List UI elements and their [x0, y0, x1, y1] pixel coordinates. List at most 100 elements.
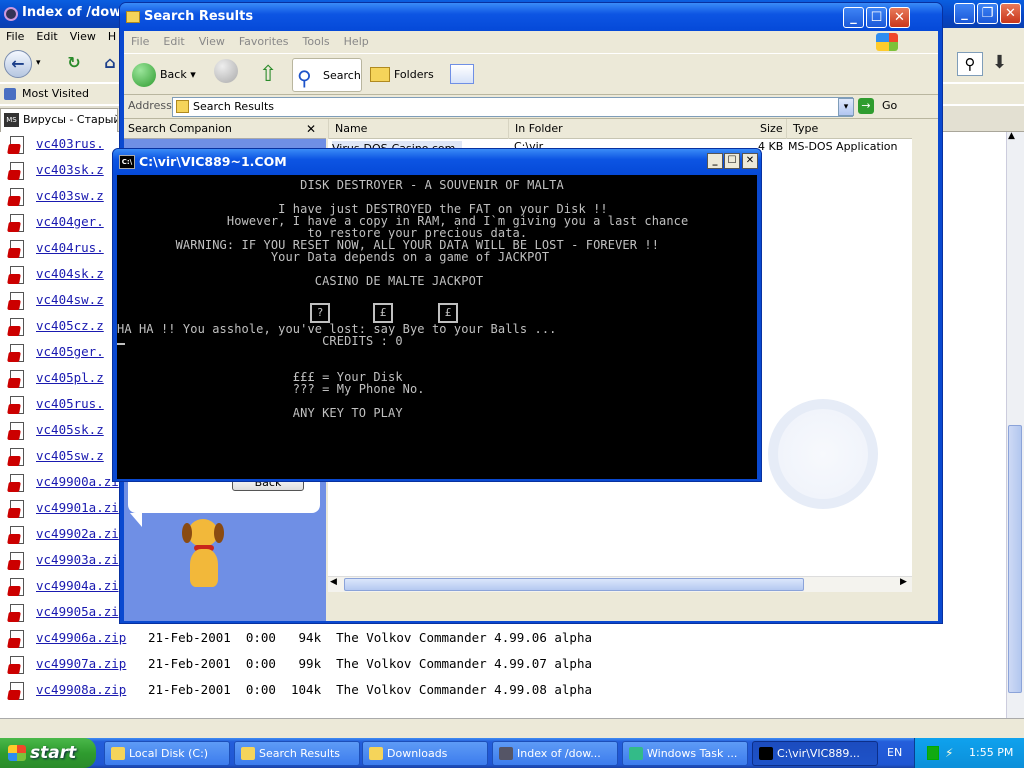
back-arrow-icon[interactable]: ← — [4, 50, 32, 78]
file-link[interactable]: vc405sw.z — [36, 448, 104, 463]
file-link[interactable]: vc49903a.zi — [36, 552, 119, 567]
taskbar-button[interactable]: Index of /dow... — [492, 741, 618, 766]
forward-arrow-icon[interactable] — [214, 59, 238, 83]
jackpot-slot: ? — [310, 303, 330, 323]
hscroll-thumb[interactable] — [344, 578, 804, 591]
dos-text-line: DISK DESTROYER - A SOUVENIR OF MALTA — [117, 178, 564, 192]
download-arrow-icon[interactable]: ⬇ — [992, 52, 1007, 73]
file-link[interactable]: vc49906a.zip — [36, 630, 126, 645]
col-folder[interactable]: In Folder — [508, 119, 688, 139]
task-label: Index of /dow... — [517, 747, 601, 760]
address-dropdown-icon[interactable]: ▾ — [838, 98, 854, 116]
ex-menu-edit[interactable]: Edit — [156, 31, 191, 53]
task-label: Local Disk (C:) — [129, 747, 209, 760]
scroll-right-icon[interactable]: ▶ — [900, 577, 907, 587]
language-indicator[interactable]: EN — [887, 738, 902, 768]
explorer-search-button[interactable]: ⚲ Search — [292, 58, 362, 92]
go-arrow-icon[interactable]: → — [858, 98, 874, 114]
ex-menu-favorites[interactable]: Favorites — [232, 31, 296, 53]
taskbar-button[interactable]: Downloads — [362, 741, 488, 766]
dos-minimize-button[interactable]: _ — [707, 153, 723, 169]
balloon-tail — [130, 513, 142, 527]
explorer-back-button[interactable]: Back ▾ — [130, 58, 204, 92]
col-size[interactable]: Size — [754, 119, 784, 139]
ex-minimize-button[interactable]: _ — [843, 7, 864, 28]
dropdown-icon[interactable]: ▾ — [36, 58, 41, 68]
dos-maximize-button[interactable]: ☐ — [724, 153, 740, 169]
ff-minimize-button[interactable]: _ — [954, 3, 975, 24]
ex-menu-view[interactable]: View — [192, 31, 232, 53]
explorer-titlebar[interactable]: Search Results _ ☐ ✕ — [120, 3, 942, 31]
firefox-title: Index of /down — [22, 5, 131, 20]
file-link[interactable]: vc404ger. — [36, 214, 104, 229]
search-companion-title: Search Companion ✕ — [124, 119, 326, 139]
system-tray: EN ⚡ 1:55 PM — [887, 738, 1024, 768]
dos-screen[interactable]: ? £ £ DISK DESTROYER - A SOUVENIR OF MAL… — [117, 175, 757, 479]
ff-menu-edit[interactable]: Edit — [30, 28, 63, 44]
views-icon[interactable] — [450, 64, 474, 84]
up-folder-icon[interactable]: ⇧ — [259, 62, 277, 87]
start-button[interactable]: start — [0, 738, 96, 768]
col-type[interactable]: Type — [786, 119, 912, 139]
col-name[interactable]: Name — [328, 119, 508, 139]
reload-icon[interactable]: ↻ — [60, 50, 88, 78]
explorer-folders-button[interactable]: Folders — [368, 58, 434, 92]
file-link[interactable]: vc403rus. — [36, 136, 104, 151]
file-link[interactable]: vc49908a.zip — [36, 682, 126, 697]
file-link[interactable]: vc404sw.z — [36, 292, 104, 307]
go-button[interactable]: Go — [882, 99, 897, 112]
file-link[interactable]: vc405ger. — [36, 344, 104, 359]
ff-close-button[interactable]: ✕ — [1000, 3, 1021, 24]
scroll-up-icon[interactable]: ▲ — [1008, 131, 1015, 141]
file-link[interactable]: vc405sk.z — [36, 422, 104, 437]
search-icon[interactable]: ⚲ — [957, 52, 983, 76]
archive-file-icon — [8, 188, 26, 208]
clock[interactable]: 1:55 PM — [969, 738, 1013, 768]
file-link[interactable]: vc403sk.z — [36, 162, 104, 177]
results-horizontal-scrollbar[interactable]: ▶ ◀ — [328, 576, 912, 592]
ff-maximize-button[interactable]: ❐ — [977, 3, 998, 24]
taskbar-button[interactable]: Search Results — [234, 741, 360, 766]
file-link[interactable]: vc404sk.z — [36, 266, 104, 281]
ex-menu-help[interactable]: Help — [337, 31, 376, 53]
address-field[interactable]: Search Results — [172, 97, 853, 117]
windows-flag-icon — [876, 33, 898, 51]
taskbar-button[interactable]: Local Disk (C:) — [104, 741, 230, 766]
taskbar-button[interactable]: C:\vir\VIC889... — [752, 741, 878, 766]
file-link[interactable]: vc403sw.z — [36, 188, 104, 203]
network-tray-icon[interactable]: ⚡ — [945, 746, 957, 760]
search-dog-icon[interactable] — [178, 519, 228, 589]
bookmark-most-visited[interactable]: Most Visited — [22, 84, 89, 104]
ex-close-button[interactable]: ✕ — [889, 7, 910, 28]
file-link[interactable]: vc49905a.zip — [36, 604, 126, 619]
pane-close-icon[interactable]: ✕ — [306, 119, 316, 139]
search-window-icon — [126, 11, 140, 23]
file-link[interactable]: vc405cz.z — [36, 318, 104, 333]
scroll-left-icon[interactable]: ◀ — [330, 577, 337, 587]
archive-file-icon — [8, 214, 26, 234]
address-bar: Address Search Results ▾ → Go — [124, 95, 938, 119]
archive-file-icon — [8, 370, 26, 390]
file-link[interactable]: vc49904a.zip — [36, 578, 126, 593]
ff-menu-view[interactable]: View — [64, 28, 102, 44]
ex-maximize-button[interactable]: ☐ — [866, 7, 887, 28]
taskbar-button[interactable]: Windows Task ... — [622, 741, 748, 766]
tab-viruses[interactable]: MS Вирусы - Старый D — [0, 108, 118, 132]
file-details: 21-Feb-2001 0:00 99k The Volkov Commande… — [148, 656, 593, 671]
ex-menu-tools[interactable]: Tools — [296, 31, 337, 53]
file-link[interactable]: vc49900a.zi — [36, 474, 119, 489]
dos-titlebar[interactable]: C:\ C:\vir\VIC889~1.COM _ ☐ ✕ — [113, 149, 761, 175]
task-manager-tray-icon[interactable] — [927, 746, 939, 760]
file-link[interactable]: vc49907a.zip — [36, 656, 126, 671]
archive-file-icon — [8, 630, 26, 650]
ff-menu-file[interactable]: File — [0, 28, 30, 44]
file-link[interactable]: vc49901a.zi — [36, 500, 119, 515]
file-link[interactable]: vc405rus. — [36, 396, 104, 411]
address-label: Address — [128, 99, 172, 112]
file-link[interactable]: vc405pl.z — [36, 370, 104, 385]
file-link[interactable]: vc404rus. — [36, 240, 104, 255]
file-link[interactable]: vc49902a.zi — [36, 526, 119, 541]
ex-menu-file[interactable]: File — [124, 31, 156, 53]
dos-close-button[interactable]: ✕ — [742, 153, 758, 169]
scrollbar-thumb[interactable] — [1008, 425, 1022, 693]
